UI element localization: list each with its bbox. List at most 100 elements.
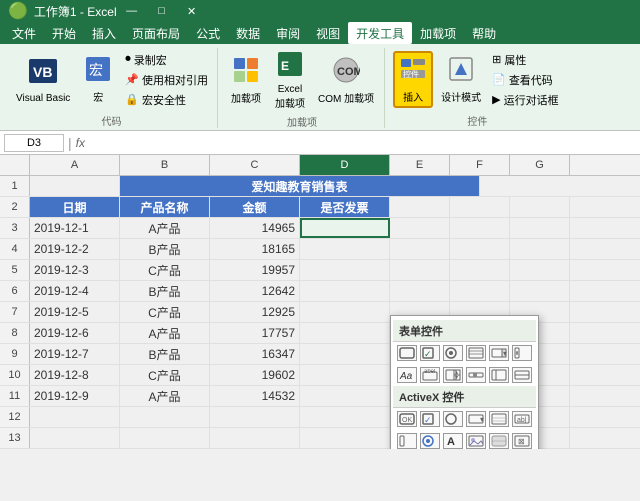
form-option-icon[interactable] (443, 345, 463, 361)
cell-e6[interactable] (390, 281, 450, 301)
cell-reference-input[interactable] (4, 134, 64, 152)
activex-more-icon[interactable]: ⊠ (512, 433, 532, 449)
insert-control-button[interactable]: 控件 插入 (393, 51, 433, 108)
activex-textbox-icon[interactable]: ab| (512, 411, 532, 427)
cell-a12[interactable] (30, 407, 120, 427)
cell-g2[interactable] (510, 197, 570, 217)
cell-a8[interactable]: 2019-12-6 (30, 323, 120, 343)
menu-data[interactable]: 数据 (228, 22, 268, 44)
activex-scrollbar-icon[interactable] (397, 433, 417, 449)
formula-input[interactable] (89, 136, 636, 150)
activex-toggle-icon[interactable] (489, 433, 509, 449)
cell-g3[interactable] (510, 218, 570, 238)
close-button[interactable]: ✕ (177, 0, 207, 22)
cell-d10[interactable] (300, 365, 390, 385)
cell-d7[interactable] (300, 302, 390, 322)
com-addins-button[interactable]: COM COM 加载项 (314, 54, 378, 107)
cell-a2[interactable]: 日期 (30, 197, 120, 217)
form-hscrollbar-icon[interactable] (466, 367, 486, 383)
menu-addins[interactable]: 加载项 (412, 22, 464, 44)
maximize-button[interactable]: □ (147, 0, 177, 22)
cell-c9[interactable]: 16347 (210, 344, 300, 364)
cell-d13[interactable] (300, 428, 390, 448)
cell-e4[interactable] (390, 239, 450, 259)
cell-f4[interactable] (450, 239, 510, 259)
cell-d5[interactable] (300, 260, 390, 280)
menu-review[interactable]: 审阅 (268, 22, 308, 44)
cell-a13[interactable] (30, 428, 120, 448)
cell-b9[interactable]: B产品 (120, 344, 210, 364)
menu-file[interactable]: 文件 (4, 22, 44, 44)
cell-a10[interactable]: 2019-12-8 (30, 365, 120, 385)
activex-image-icon[interactable] (466, 433, 486, 449)
col-header-g[interactable]: G (510, 155, 570, 175)
cell-d3[interactable] (300, 218, 390, 238)
addins-button[interactable]: 加载项 (226, 54, 266, 107)
cell-c4[interactable]: 18165 (210, 239, 300, 259)
col-header-b[interactable]: B (120, 155, 210, 175)
cell-f3[interactable] (450, 218, 510, 238)
cell-b13[interactable] (120, 428, 210, 448)
cell-d6[interactable] (300, 281, 390, 301)
col-header-a[interactable]: A (30, 155, 120, 175)
cell-a1[interactable] (30, 176, 120, 196)
minimize-button[interactable]: — (117, 0, 147, 22)
cell-a11[interactable]: 2019-12-9 (30, 386, 120, 406)
cell-e3[interactable] (390, 218, 450, 238)
form-spinner-icon[interactable]: ▴▾ (443, 367, 463, 383)
cell-d8[interactable] (300, 323, 390, 343)
properties-button[interactable]: ⊞ 属性 (489, 51, 561, 69)
cell-b10[interactable]: C产品 (120, 365, 210, 385)
form-button-icon[interactable] (397, 345, 417, 361)
cell-c2[interactable]: 金额 (210, 197, 300, 217)
cell-b6[interactable]: B产品 (120, 281, 210, 301)
menu-help[interactable]: 帮助 (464, 22, 504, 44)
form-label-icon[interactable]: Aa (397, 367, 417, 383)
cell-d11[interactable] (300, 386, 390, 406)
cell-d9[interactable] (300, 344, 390, 364)
cell-d12[interactable] (300, 407, 390, 427)
cell-c3[interactable]: 14965 (210, 218, 300, 238)
menu-developer[interactable]: 开发工具 (348, 22, 412, 44)
form-combobox-icon[interactable]: ▾ (489, 345, 509, 361)
form-extra2-icon[interactable] (512, 367, 532, 383)
col-header-e[interactable]: E (390, 155, 450, 175)
cell-g5[interactable] (510, 260, 570, 280)
menu-formula[interactable]: 公式 (188, 22, 228, 44)
cell-b5[interactable]: C产品 (120, 260, 210, 280)
form-extra1-icon[interactable] (489, 367, 509, 383)
activex-option2-icon[interactable] (420, 433, 440, 449)
activex-checkbox-icon[interactable]: ✓ (420, 411, 440, 427)
cell-g6[interactable] (510, 281, 570, 301)
cell-e5[interactable] (390, 260, 450, 280)
menu-page-layout[interactable]: 页面布局 (124, 22, 188, 44)
col-header-c[interactable]: C (210, 155, 300, 175)
cell-b2[interactable]: 产品名称 (120, 197, 210, 217)
cell-b3[interactable]: A产品 (120, 218, 210, 238)
cell-b12[interactable] (120, 407, 210, 427)
form-groupbox-icon[interactable]: abel (420, 367, 440, 383)
cell-b8[interactable]: A产品 (120, 323, 210, 343)
cell-d2[interactable]: 是否发票 (300, 197, 390, 217)
form-scrollbar-icon[interactable] (512, 345, 532, 361)
cell-e2[interactable] (390, 197, 450, 217)
form-checkbox-icon[interactable]: ✓ (420, 345, 440, 361)
excel-addins-button[interactable]: E Excel加载项 (270, 48, 310, 112)
design-mode-button[interactable]: 设计模式 (437, 53, 485, 106)
cell-b11[interactable]: A产品 (120, 386, 210, 406)
cell-a7[interactable]: 2019-12-5 (30, 302, 120, 322)
menu-view[interactable]: 视图 (308, 22, 348, 44)
cell-f5[interactable] (450, 260, 510, 280)
cell-c12[interactable] (210, 407, 300, 427)
cell-title[interactable]: 爱知趣教育销售表 (120, 176, 480, 196)
visual-basic-button[interactable]: VB Visual Basic (12, 53, 74, 106)
activex-option-icon[interactable] (443, 411, 463, 427)
cell-a9[interactable]: 2019-12-7 (30, 344, 120, 364)
cell-d4[interactable] (300, 239, 390, 259)
cell-f2[interactable] (450, 197, 510, 217)
cell-c5[interactable]: 19957 (210, 260, 300, 280)
cell-b7[interactable]: C产品 (120, 302, 210, 322)
activex-combobox-icon[interactable]: ▾ (466, 411, 486, 427)
run-dialog-button[interactable]: ▶ 运行对话框 (489, 91, 561, 109)
cell-c6[interactable]: 12642 (210, 281, 300, 301)
